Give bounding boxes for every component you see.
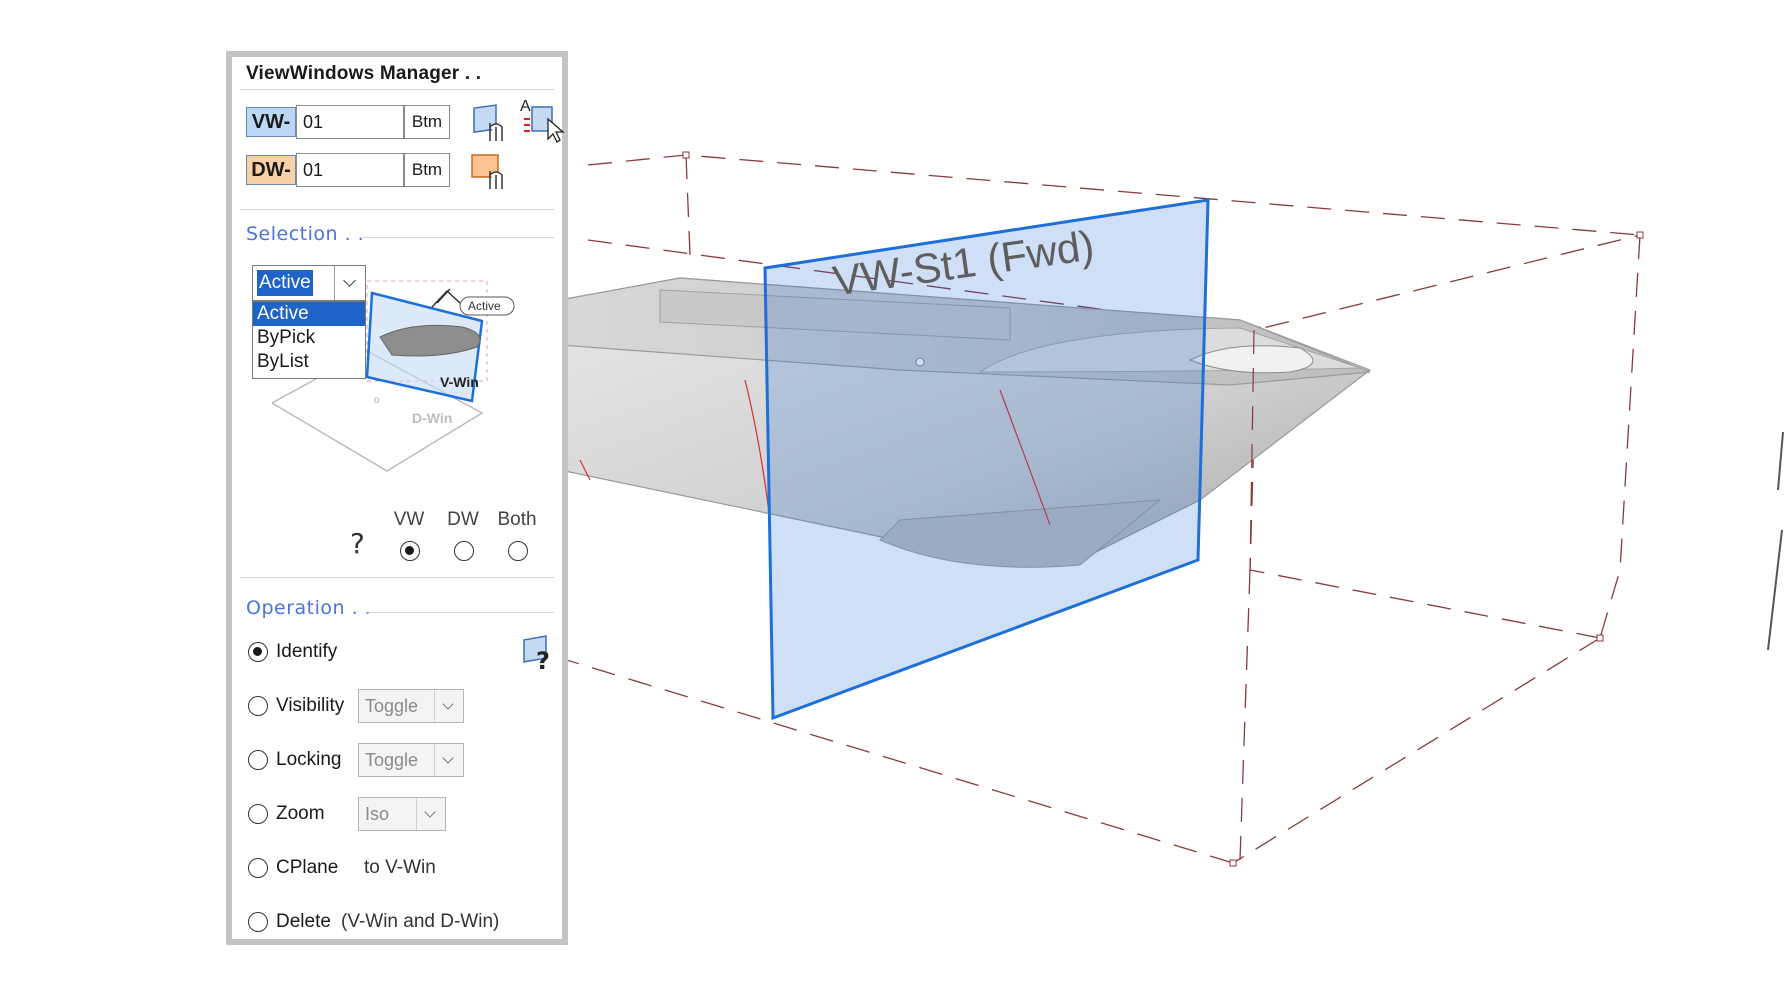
op-label-locking: Locking	[276, 749, 342, 770]
op-radio-identify[interactable]	[248, 642, 268, 662]
op-radio-locking[interactable]	[248, 750, 268, 770]
zoom-combo-value: Iso	[365, 804, 390, 824]
op-radio-visibility[interactable]	[248, 696, 268, 716]
delete-suffix: (V-Win and D-Win)	[341, 911, 500, 932]
divider	[362, 237, 554, 238]
target-radio-both[interactable]	[508, 541, 528, 561]
selection-mode-list: Active ByPick ByList	[252, 301, 366, 379]
svg-text:?: ?	[536, 647, 550, 675]
offscreen-window-edge	[1767, 431, 1784, 651]
op-label-cplane: CPlane	[276, 857, 339, 878]
selection-section-title: Selection . .	[246, 223, 365, 245]
target-label-vw: VW	[393, 509, 425, 530]
locking-combo-value: Toggle	[365, 750, 419, 770]
chevron-down-icon	[416, 798, 445, 830]
op-label-delete: Delete	[276, 911, 331, 932]
chevron-down-icon	[434, 690, 463, 722]
active-badge: Active	[468, 299, 501, 313]
zoom-combo[interactable]: Iso	[358, 797, 446, 831]
option-bypick[interactable]: ByPick	[253, 326, 365, 350]
visibility-combo-value: Toggle	[365, 696, 419, 716]
dw-position-field[interactable]: Btm	[404, 153, 450, 187]
pick-window-button[interactable]: A	[518, 95, 565, 143]
svg-text:o: o	[374, 395, 380, 406]
hand-cursor-icon	[431, 288, 461, 308]
dw-tag: DW-	[246, 155, 296, 185]
dwin-label: D-Win	[412, 410, 452, 426]
option-active[interactable]: Active	[253, 302, 365, 326]
divider	[240, 577, 554, 578]
vw-number-input[interactable]: 01	[296, 105, 404, 139]
target-radio-dw[interactable]	[454, 541, 474, 561]
divider	[364, 612, 554, 613]
locking-combo[interactable]: Toggle	[358, 743, 464, 777]
op-radio-delete[interactable]	[248, 912, 268, 932]
op-label-zoom: Zoom	[276, 803, 325, 824]
create-view-window-button[interactable]	[468, 101, 512, 145]
target-label-dw: DW	[447, 509, 479, 530]
identify-help-icon: ?	[523, 635, 550, 675]
view-window-icon	[473, 104, 503, 141]
help-icon[interactable]: ?	[350, 527, 365, 560]
viewwindows-manager-panel: ViewWindows Manager . . VW- 01 Btm A DW-…	[226, 51, 568, 945]
divider	[240, 209, 554, 210]
visibility-combo[interactable]: Toggle	[358, 689, 464, 723]
option-bylist[interactable]: ByList	[253, 350, 365, 374]
op-label-identify: Identify	[276, 641, 338, 662]
dw-number-input[interactable]: 01	[296, 153, 404, 187]
identify-button[interactable]: ?	[518, 631, 562, 675]
target-label-both: Both	[497, 509, 537, 530]
drawing-window-icon	[471, 154, 503, 189]
operation-section-title: Operation . .	[246, 597, 372, 619]
divider	[240, 89, 554, 90]
pick-cursor-icon: A	[520, 98, 565, 143]
chevron-down-icon	[434, 744, 463, 776]
chevron-down-icon[interactable]	[334, 266, 365, 300]
svg-text:A: A	[520, 98, 531, 115]
op-radio-zoom[interactable]	[248, 804, 268, 824]
vw-tag: VW-	[246, 107, 296, 137]
target-radio-vw[interactable]	[400, 541, 420, 561]
create-drawing-window-button[interactable]	[468, 149, 512, 193]
selection-mode-dropdown[interactable]: Active	[252, 265, 366, 301]
op-label-visibility: Visibility	[276, 695, 345, 716]
vw-position-field[interactable]: Btm	[404, 105, 450, 139]
vwin-label: V-Win	[440, 374, 479, 390]
panel-title: ViewWindows Manager . .	[246, 63, 482, 84]
cplane-suffix: to V-Win	[364, 857, 436, 878]
op-radio-cplane[interactable]	[248, 858, 268, 878]
selection-mode-value: Active	[257, 270, 313, 296]
